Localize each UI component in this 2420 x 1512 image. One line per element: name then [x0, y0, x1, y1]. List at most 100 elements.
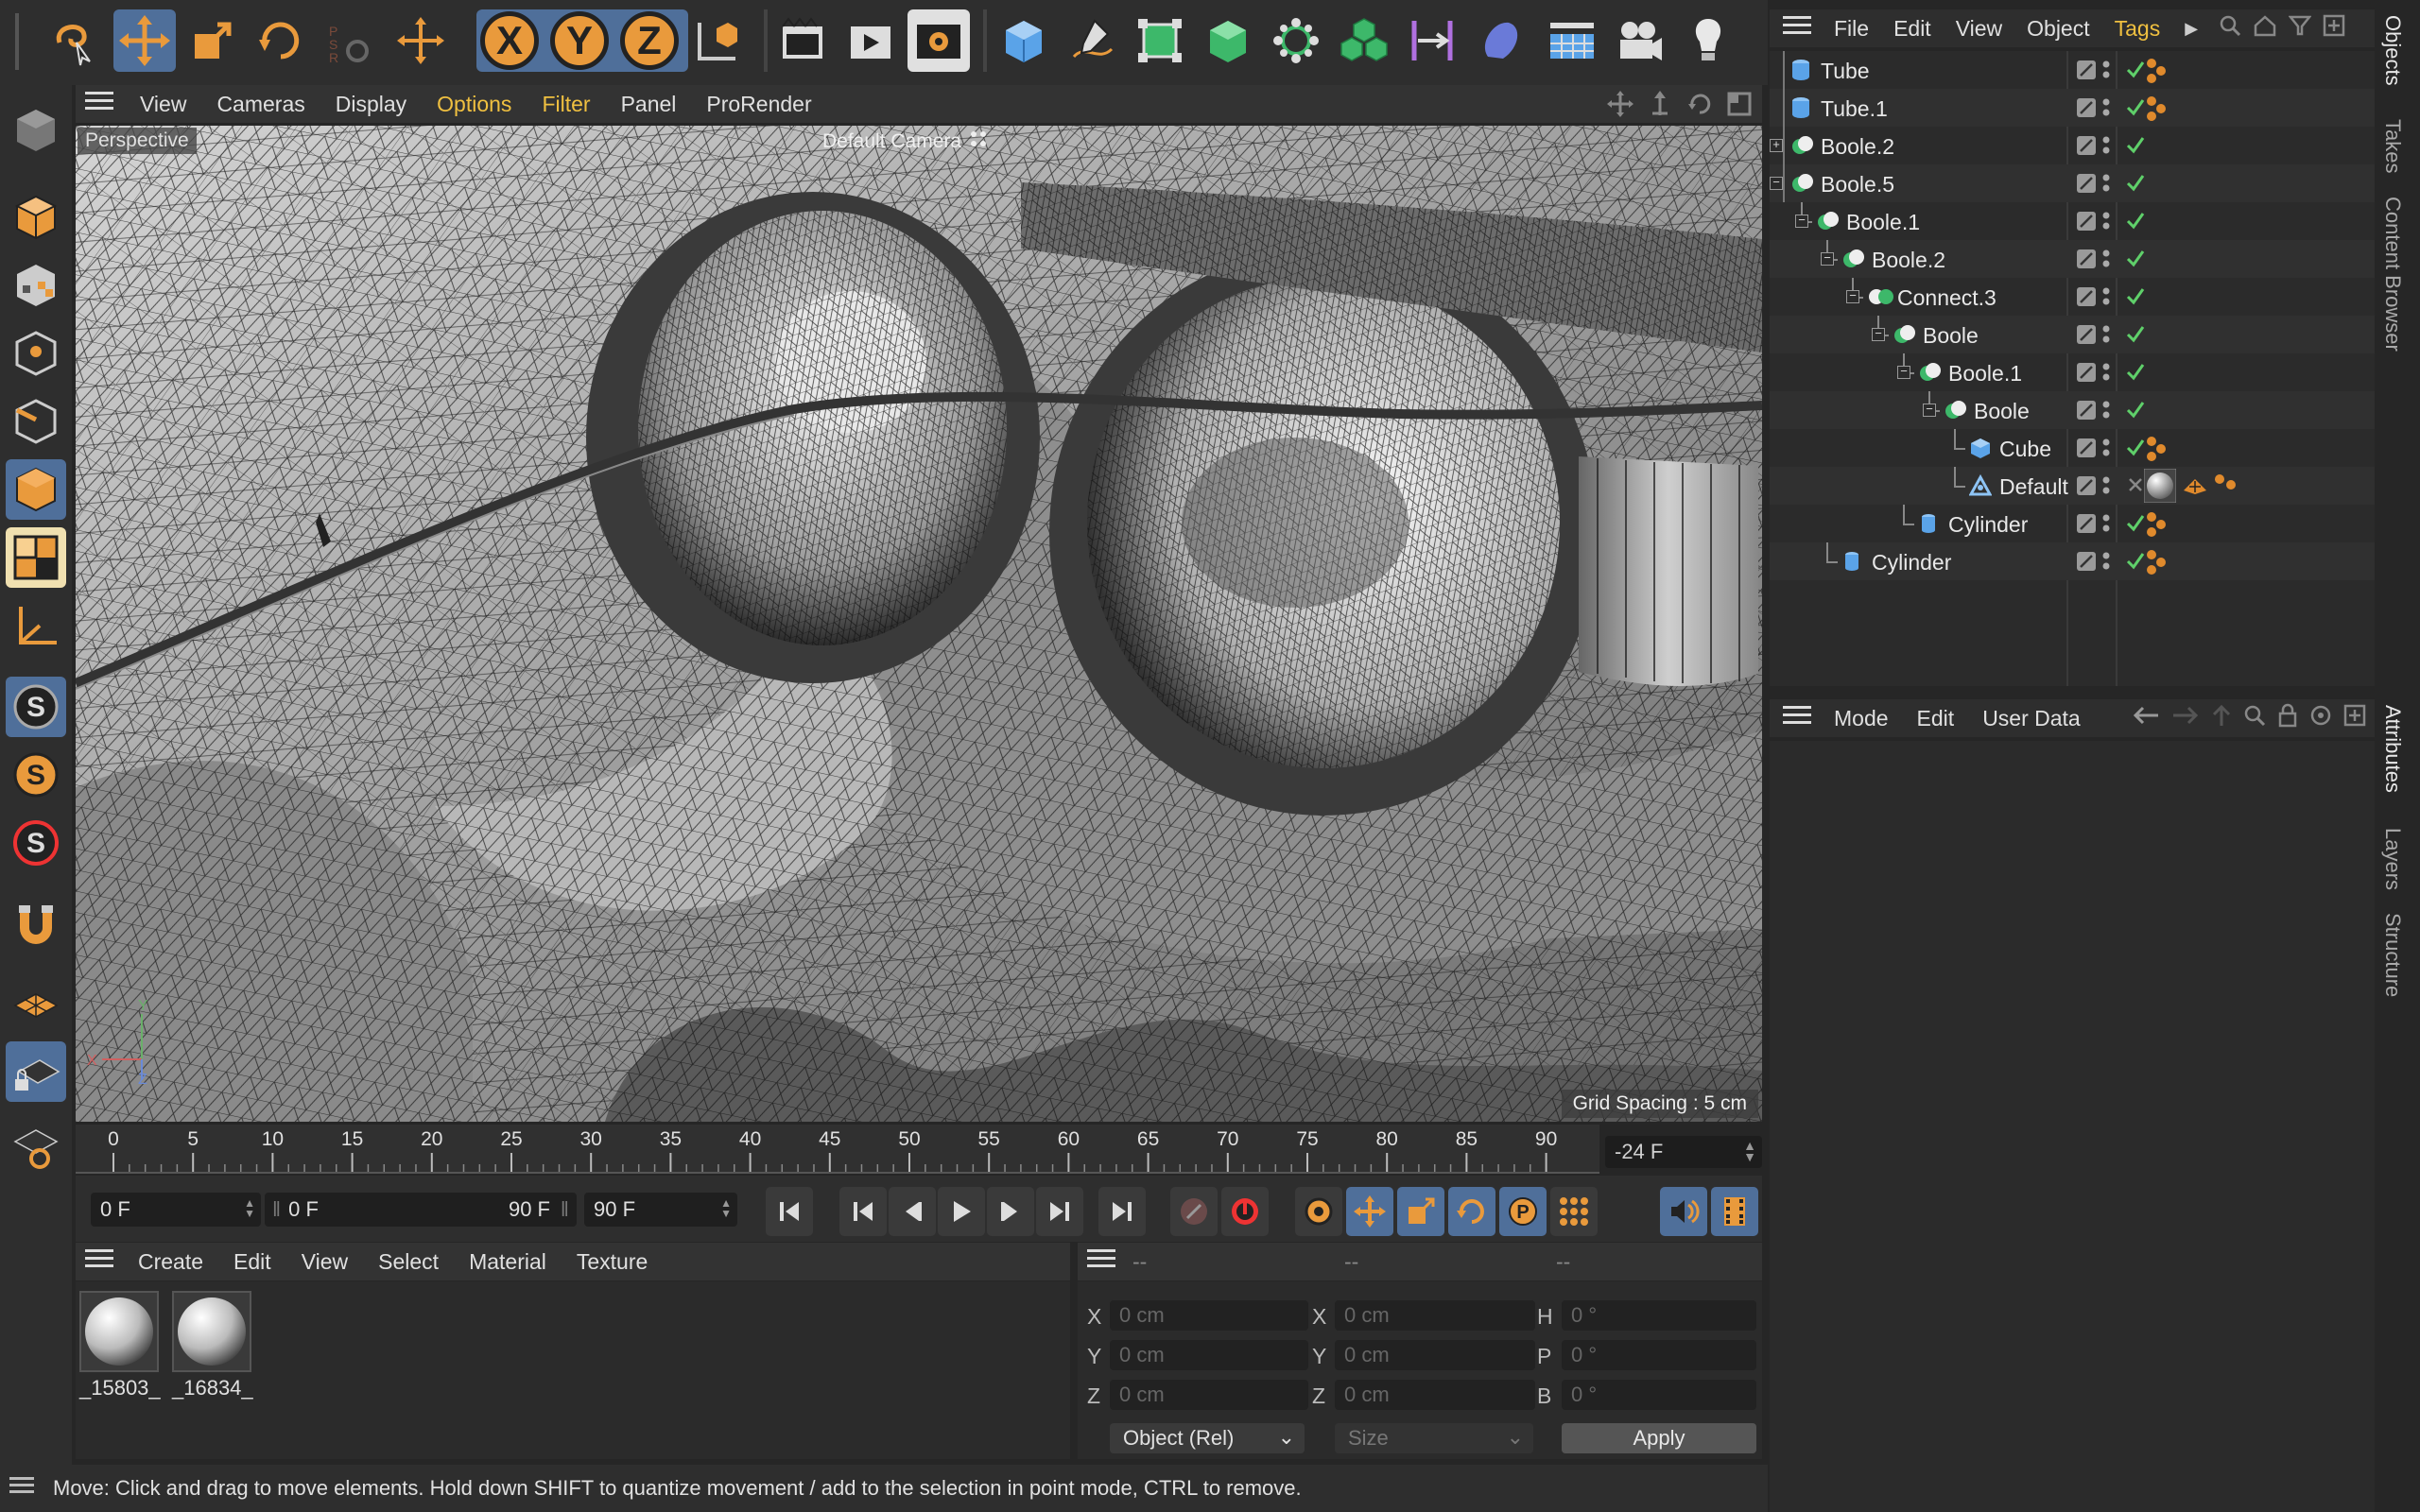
enabled-check-icon[interactable] — [2125, 285, 2146, 312]
visibility-dots-icon[interactable] — [2100, 361, 2112, 389]
cube-primitive-icon[interactable] — [993, 9, 1055, 72]
expand-icon[interactable]: + — [1770, 138, 1783, 152]
visibility-dots-icon[interactable] — [2100, 550, 2112, 578]
forward-arrow-icon[interactable] — [2171, 705, 2200, 731]
rot-b-field[interactable]: 0 ° — [1562, 1380, 1756, 1410]
tab-structure[interactable]: Structure — [2380, 913, 2405, 997]
camera-object-icon[interactable] — [1609, 9, 1671, 72]
viewport-menu-filter[interactable]: Filter — [542, 92, 590, 117]
object-menu-object[interactable]: Object — [2027, 16, 2089, 42]
pos-z-field[interactable]: 0 cm — [1110, 1380, 1308, 1410]
camera-link-icon[interactable] — [969, 129, 988, 154]
up-arrow-icon[interactable] — [2211, 703, 2232, 733]
render-view-icon[interactable] — [771, 9, 834, 72]
object-row[interactable]: Cube — [1770, 429, 2375, 467]
rotate-view-icon[interactable] — [1686, 91, 1713, 123]
new-panel-icon[interactable] — [2343, 704, 2366, 732]
object-row[interactable]: Cylinder — [1770, 505, 2375, 542]
object-name[interactable]: Default — [1999, 474, 2068, 500]
toggle-views-icon[interactable] — [1726, 91, 1753, 123]
psr-recent-icon[interactable]: PSR — [318, 9, 380, 72]
object-row[interactable]: Default — [1770, 467, 2375, 505]
enabled-check-icon[interactable] — [2125, 172, 2146, 198]
move-axis-icon[interactable] — [389, 9, 452, 72]
object-name[interactable]: Connect.3 — [1897, 285, 1996, 311]
layer-edit-icon[interactable] — [2076, 475, 2097, 502]
visibility-dots-icon[interactable] — [2100, 210, 2112, 238]
object-name[interactable]: Boole.5 — [1821, 172, 1894, 198]
record-active-icon[interactable] — [1170, 1187, 1218, 1236]
stepper-icon[interactable]: ▲ ▼ — [244, 1197, 255, 1219]
collapse-icon[interactable]: − — [1770, 176, 1783, 190]
object-row[interactable]: − Connect.3 — [1770, 278, 2375, 316]
object-row[interactable]: Tube — [1770, 51, 2375, 89]
visibility-dots-icon[interactable] — [2100, 96, 2112, 125]
material-menu-create[interactable]: Create — [138, 1249, 203, 1275]
hamburger-menu-icon[interactable] — [9, 1476, 34, 1501]
object-name[interactable]: Boole.2 — [1821, 134, 1894, 160]
object-name[interactable]: Boole — [1974, 399, 2030, 424]
material-swatch[interactable]: _15803_ — [79, 1291, 161, 1402]
material-menu-select[interactable]: Select — [378, 1249, 439, 1275]
phong-tag-icon[interactable] — [2212, 472, 2240, 506]
layer-edit-icon[interactable] — [2076, 400, 2097, 426]
back-arrow-icon[interactable] — [2132, 705, 2160, 731]
home-icon[interactable] — [2253, 14, 2277, 43]
solo-hierarchy-icon[interactable]: S — [6, 813, 66, 873]
current-frame-field[interactable]: -24 F ▲ ▼ — [1605, 1136, 1762, 1168]
pen-spline-icon[interactable] — [1061, 9, 1123, 72]
uv-mode-icon[interactable] — [6, 527, 66, 588]
texture-mode-icon[interactable] — [6, 255, 66, 316]
live-selection-icon[interactable] — [42, 9, 104, 72]
y-axis-lock-icon[interactable]: Y — [550, 11, 609, 70]
phong-tag-icon[interactable] — [2142, 547, 2170, 581]
field-object-icon[interactable] — [1469, 9, 1531, 72]
new-panel-icon[interactable] — [2323, 14, 2345, 43]
pan-view-icon[interactable] — [1607, 91, 1634, 123]
layer-edit-icon[interactable] — [2076, 362, 2097, 388]
rot-p-field[interactable]: 0 ° — [1562, 1340, 1756, 1370]
viewport-menu-options[interactable]: Options — [437, 92, 511, 117]
extrude-generator-icon[interactable] — [1197, 9, 1259, 72]
coordinate-system-icon[interactable] — [684, 9, 747, 72]
layer-edit-icon[interactable] — [2076, 60, 2097, 86]
object-menu-edit[interactable]: Edit — [1893, 16, 1931, 42]
make-editable-icon[interactable] — [6, 100, 66, 161]
disabled-x-icon[interactable] — [2125, 474, 2146, 501]
record-point-level-icon[interactable] — [1550, 1187, 1598, 1236]
3d-viewport[interactable]: Y X Z Perspective Default Camera Grid Sp… — [76, 126, 1762, 1122]
phong-tag-icon[interactable] — [2142, 94, 2170, 128]
points-mode-icon[interactable] — [6, 323, 66, 384]
sound-scrub-icon[interactable] — [1660, 1187, 1707, 1236]
model-mode-icon[interactable] — [6, 187, 66, 248]
range-handle-left-icon[interactable]: ‖ — [272, 1197, 281, 1222]
hamburger-menu-icon[interactable] — [1087, 1248, 1115, 1275]
size-y-field[interactable]: 0 cm — [1335, 1340, 1535, 1370]
visibility-dots-icon[interactable] — [2100, 512, 2112, 541]
enabled-check-icon[interactable] — [2125, 361, 2146, 387]
object-row[interactable]: − Boole.5 — [1770, 164, 2375, 202]
object-row[interactable]: − Boole — [1770, 316, 2375, 353]
enabled-check-icon[interactable] — [2125, 210, 2146, 236]
stepper-icon[interactable]: ▲ ▼ — [720, 1197, 732, 1219]
edges-mode-icon[interactable] — [6, 391, 66, 452]
enabled-check-icon[interactable] — [2125, 399, 2146, 425]
polygons-mode-icon[interactable] — [6, 459, 66, 520]
start-frame-field[interactable]: 0 F ▲ ▼ — [91, 1193, 261, 1227]
scale-tool-icon[interactable] — [182, 9, 244, 72]
snap-magnet-icon[interactable] — [6, 894, 66, 954]
hamburger-menu-icon[interactable] — [85, 1248, 113, 1275]
material-menu-edit[interactable]: Edit — [233, 1249, 271, 1275]
object-row[interactable]: − Boole.2 — [1770, 240, 2375, 278]
layer-edit-icon[interactable] — [2076, 551, 2097, 577]
end-frame-field[interactable]: 90 F ▲ ▼ — [584, 1193, 737, 1227]
collapse-icon[interactable]: − — [1846, 289, 1859, 303]
object-name[interactable]: Tube.1 — [1821, 96, 1888, 122]
more-menu-icon[interactable]: ▶ — [2185, 19, 2198, 39]
solo-single-icon[interactable]: S — [6, 745, 66, 805]
object-row[interactable]: Tube.1 — [1770, 89, 2375, 127]
render-settings-icon[interactable] — [908, 9, 970, 72]
lock-icon[interactable] — [2277, 703, 2298, 733]
object-name[interactable]: Cylinder — [1872, 550, 1951, 576]
record-parameter-icon[interactable]: P — [1499, 1187, 1547, 1236]
